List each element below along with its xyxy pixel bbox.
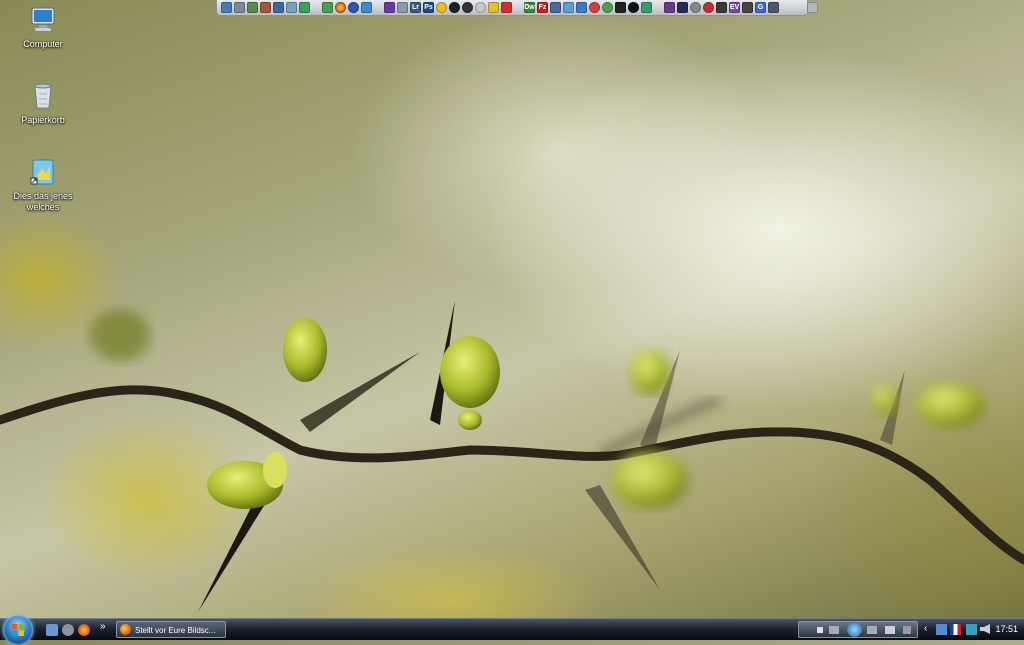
- taskbar: » Stellt vor Eure Bildsc... ‹ 17:51: [0, 615, 1024, 645]
- language-flag-icon[interactable]: [950, 624, 961, 635]
- app-icon[interactable]: EV: [729, 2, 740, 13]
- app-icon[interactable]: [628, 2, 639, 13]
- wallpaper-thorny-branch: [0, 300, 1024, 612]
- app-icon[interactable]: [384, 2, 395, 13]
- app-icon[interactable]: [742, 2, 753, 13]
- app-icon[interactable]: [488, 2, 499, 13]
- app-icon[interactable]: [247, 2, 258, 13]
- system-tray: ‹ 17:51: [920, 619, 1024, 641]
- app-icon[interactable]: G: [755, 2, 766, 13]
- stop-icon[interactable]: [817, 627, 823, 633]
- app-icon[interactable]: [703, 2, 714, 13]
- photoshop-icon[interactable]: Ps: [423, 2, 434, 13]
- media-menu-icon[interactable]: [903, 626, 911, 634]
- app-icon[interactable]: [449, 2, 460, 13]
- app-icon[interactable]: [677, 2, 688, 13]
- show-desktop-icon[interactable]: [46, 624, 58, 636]
- app-icon[interactable]: [462, 2, 473, 13]
- app-icon[interactable]: [273, 2, 284, 13]
- app-icon[interactable]: [501, 2, 512, 13]
- windows-start-orb-icon[interactable]: [3, 615, 33, 645]
- folder-shortcut-icon: [27, 156, 59, 188]
- app-icon[interactable]: [286, 2, 297, 13]
- clock[interactable]: 17:51: [995, 624, 1018, 634]
- taskbar-button-label: Stellt vor Eure Bildsc...: [135, 626, 216, 635]
- app-icon[interactable]: [322, 2, 333, 13]
- top-quicklaunch-toolbar: Lr Ps Dw Fz EV G: [216, 0, 818, 16]
- firefox-icon: [120, 624, 131, 635]
- app-icon[interactable]: [234, 2, 245, 13]
- app-icon[interactable]: [690, 2, 701, 13]
- app-icon[interactable]: [768, 2, 779, 13]
- app-icon[interactable]: [716, 2, 727, 13]
- app-icon[interactable]: [641, 2, 652, 13]
- app-icon[interactable]: [807, 2, 818, 13]
- tray-app-icon[interactable]: [966, 624, 977, 635]
- recycle-bin-icon: [27, 80, 59, 112]
- desktop-icon-label: Dies das jenes welches: [13, 191, 73, 212]
- app-icon[interactable]: [348, 2, 359, 13]
- app-icon[interactable]: [221, 2, 232, 13]
- app-icon[interactable]: [397, 2, 408, 13]
- app-icon[interactable]: [361, 2, 372, 13]
- firefox-icon[interactable]: [78, 624, 90, 636]
- switch-windows-icon[interactable]: [62, 624, 74, 636]
- previous-icon[interactable]: [829, 626, 839, 634]
- app-icon[interactable]: [589, 2, 600, 13]
- network-icon[interactable]: [936, 624, 947, 635]
- app-icon[interactable]: [563, 2, 574, 13]
- app-icon[interactable]: [550, 2, 561, 13]
- filezilla-icon[interactable]: Fz: [537, 2, 548, 13]
- quicklaunch-overflow-chevron[interactable]: »: [100, 621, 106, 632]
- dreamweaver-icon[interactable]: Dw: [524, 2, 535, 13]
- app-icon[interactable]: [260, 2, 271, 13]
- app-icon[interactable]: [576, 2, 587, 13]
- app-icon[interactable]: [299, 2, 310, 13]
- desktop-icon-label: Computer: [23, 39, 63, 49]
- app-icon[interactable]: [602, 2, 613, 13]
- computer-icon: [27, 4, 59, 36]
- app-icon[interactable]: [615, 2, 626, 13]
- taskbar-button-firefox[interactable]: Stellt vor Eure Bildsc...: [116, 621, 226, 638]
- desktop-icon-folder-shortcut[interactable]: Dies das jenes welches: [8, 156, 78, 213]
- play-pause-button[interactable]: [847, 622, 862, 637]
- next-icon[interactable]: [867, 626, 877, 634]
- firefox-icon[interactable]: [335, 2, 346, 13]
- volume-icon[interactable]: [885, 626, 895, 634]
- app-icon[interactable]: [436, 2, 447, 13]
- desktop-icon-label: Papierkorb: [21, 115, 65, 125]
- app-icon[interactable]: [475, 2, 486, 13]
- desktop-icon-computer[interactable]: Computer: [8, 4, 78, 50]
- speaker-icon[interactable]: [980, 624, 990, 634]
- media-player-toolbar: [798, 621, 918, 638]
- desktop-icon-recycle-bin[interactable]: Papierkorb: [8, 80, 78, 126]
- app-icon[interactable]: [664, 2, 675, 13]
- lightroom-icon[interactable]: Lr: [410, 2, 421, 13]
- tray-expand-chevron-icon[interactable]: ‹: [924, 623, 927, 634]
